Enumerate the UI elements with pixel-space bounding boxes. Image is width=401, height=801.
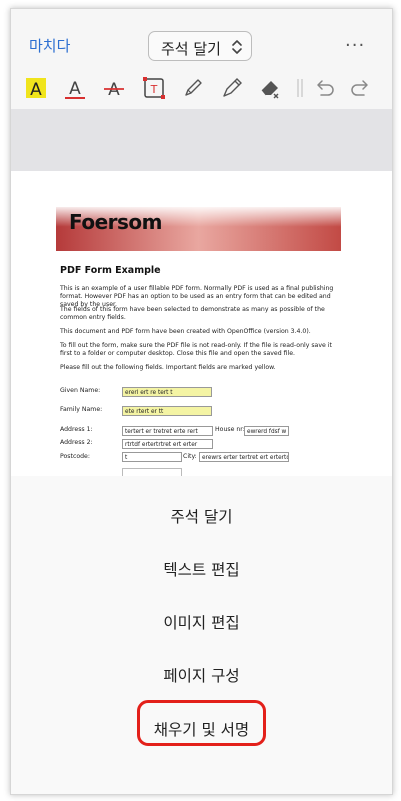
given-name-label: Given Name: <box>60 387 101 394</box>
menu-item-edit-image[interactable]: 이미지 편집 <box>11 611 392 633</box>
city-field[interactable]: erewrs erter tertret ert ertertd f <box>199 452 289 462</box>
text-box-tool-icon[interactable]: T <box>141 75 167 101</box>
eraser-icon[interactable] <box>258 75 284 101</box>
family-name-field[interactable]: ete rtert er tt <box>122 406 212 416</box>
pdf-paragraph: This document and PDF form have been cre… <box>60 328 311 335</box>
pdf-heading: PDF Form Example <box>60 265 161 276</box>
address2-label: Address 2: <box>60 439 93 446</box>
given-name-field[interactable]: ererl ert re tert t <box>122 387 212 397</box>
strikethrough-tool-icon[interactable]: A <box>101 75 127 101</box>
highlight-tool-glyph: A <box>30 80 42 100</box>
house-nr-label: House nr: <box>215 426 245 433</box>
more-options-icon[interactable]: ··· <box>345 35 365 56</box>
pdf-page[interactable]: Foersom PDF Form Example This is an exam… <box>11 171 392 476</box>
toolbar-separator <box>297 79 303 97</box>
menu-item-edit-text[interactable]: 텍스트 편집 <box>11 558 392 580</box>
done-button[interactable]: 마치다 <box>29 35 70 56</box>
menu-item-organize-pages[interactable]: 페이지 구성 <box>11 664 392 686</box>
text-color-tool-icon[interactable]: A <box>62 75 88 101</box>
postcode-field[interactable]: t <box>122 452 182 462</box>
redo-icon[interactable] <box>348 75 374 101</box>
app-window: 마치다 주석 달기 ··· A A A T Foersom PDF Form E… <box>10 8 393 795</box>
top-bar: 마치다 주석 달기 ··· <box>11 9 392 71</box>
text-color-tool-glyph: A <box>69 79 81 99</box>
undo-icon[interactable] <box>311 75 337 101</box>
address1-field[interactable]: tertert er tretret erte rert <box>122 426 213 436</box>
address2-field[interactable]: rtrtdf ertertrtret ert erter <box>122 439 213 449</box>
pencil-icon[interactable] <box>180 75 206 101</box>
pdf-paragraph: The fields of this form have been select… <box>60 306 325 321</box>
strikethrough-tool-glyph: A <box>108 80 120 100</box>
highlight-tool-icon[interactable]: A <box>23 75 49 101</box>
document-background <box>11 109 392 171</box>
mode-dropdown-label: 주석 달기 <box>161 40 221 58</box>
family-name-label: Family Name: <box>60 406 103 413</box>
city-label: City: <box>183 453 197 460</box>
fill-and-sign-highlight <box>137 700 266 746</box>
mode-dropdown[interactable]: 주석 달기 <box>148 31 252 61</box>
annotation-toolbar: A A A T <box>11 71 392 109</box>
banner-title: Foersom <box>69 210 163 234</box>
mode-menu-sheet: 주석 달기 텍스트 편집 이미지 편집 페이지 구성 채우기 및 서명 <box>11 476 392 794</box>
text-box-tool-glyph: T <box>150 83 158 96</box>
chevron-up-down-icon <box>232 40 242 54</box>
highlighter-pen-icon[interactable] <box>219 75 245 101</box>
pdf-paragraph: Please fill out the following fields. Im… <box>60 364 276 371</box>
pdf-paragraph: To fill out the form, make sure the PDF … <box>60 342 332 357</box>
house-nr-field[interactable]: ewrerd fdsf w <box>244 426 289 436</box>
menu-item-annotate[interactable]: 주석 달기 <box>11 505 392 527</box>
postcode-label: Postcode: <box>60 453 90 460</box>
partial-field[interactable] <box>122 468 182 476</box>
address1-label: Address 1: <box>60 426 93 433</box>
